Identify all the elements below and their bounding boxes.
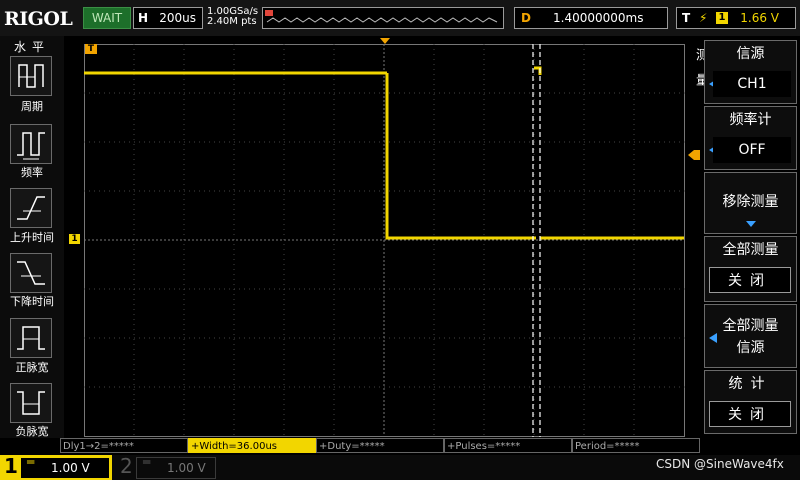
fall-time-icon: [17, 261, 45, 285]
rise-time-label: 上升时间: [10, 231, 54, 244]
statistics-value: 关闭: [709, 401, 791, 427]
timebase-readout[interactable]: H 200us: [133, 7, 203, 29]
ch2-number: 2: [120, 454, 133, 478]
statistics-menu-item[interactable]: 统计 关闭: [704, 370, 797, 434]
ch1-number: 1: [4, 454, 18, 478]
ch2-scale-button[interactable]: 2 ═ 1.00 V: [116, 454, 216, 480]
trigger-position-arrow: [380, 38, 390, 44]
all-measure-source-subtitle: 信源: [736, 340, 765, 356]
positive-width-label: 正脉宽: [15, 361, 49, 374]
remove-measure-menu-item[interactable]: 移除测量: [704, 172, 797, 234]
measurement-item[interactable]: +Duty=*****: [316, 438, 444, 453]
measurement-item[interactable]: Period=*****: [572, 438, 700, 453]
ch2-scale: 1.00 V: [167, 461, 206, 475]
trigger-channel-badge: 1: [716, 12, 728, 24]
all-measure-source-menu-item[interactable]: 全部测量 信源: [704, 304, 797, 368]
measurement-bar: Dly1→2=***** +Width=36.00us +Duty=***** …: [60, 438, 700, 454]
source-menu-item[interactable]: 信源 CH1: [704, 40, 797, 104]
delay-readout[interactable]: D 1.40000000ms: [514, 7, 668, 29]
frequency-label: 频率: [21, 166, 43, 179]
statistics-title: 统计: [728, 376, 773, 392]
trigger-level-marker[interactable]: [688, 150, 700, 160]
ch2-scale-box: ═ 1.00 V: [136, 455, 216, 479]
ch1-scale-button[interactable]: 1 ═ 1.00 V: [0, 454, 112, 480]
fall-time-label: 下降时间: [10, 295, 54, 308]
ch1-coupling-icon: ═: [27, 455, 35, 469]
ch1-scale-box: ═ 1.00 V: [20, 455, 110, 479]
left-panel-title: 水平: [13, 40, 50, 54]
down-arrow-icon: [746, 221, 756, 227]
rise-time-icon: [17, 196, 45, 220]
positive-width-icon: [17, 326, 45, 350]
period-label: 周期: [21, 100, 43, 113]
remove-measure-title: 移除测量: [722, 194, 779, 210]
run-status-badge[interactable]: WAIT: [83, 7, 131, 29]
trigger-label: T: [682, 11, 691, 25]
watermark-text: CSDN @SineWave4fx: [656, 457, 784, 471]
negative-width-label: 负脉宽: [15, 425, 49, 438]
trigger-level: 1.66 V: [740, 11, 779, 25]
period-icon: [18, 64, 44, 88]
counter-menu-item[interactable]: 频率计 OFF: [704, 106, 797, 170]
ch1-scale: 1.00 V: [51, 461, 90, 475]
measurement-item[interactable]: Dly1→2=*****: [60, 438, 188, 453]
memory-depth: 2.40M pts: [207, 16, 257, 27]
negative-width-button[interactable]: [10, 383, 52, 423]
all-measure-title: 全部测量: [722, 242, 779, 258]
frequency-icon: [17, 132, 45, 160]
frequency-button[interactable]: [10, 124, 52, 164]
waveform-display[interactable]: [84, 44, 685, 437]
delay-label: D: [521, 11, 531, 25]
negative-width-icon: [17, 391, 45, 415]
all-measure-value: 关闭: [709, 267, 791, 293]
fall-time-button[interactable]: [10, 253, 52, 293]
rise-time-button[interactable]: [10, 188, 52, 228]
period-button[interactable]: [10, 56, 52, 96]
memory-wave-icon: [265, 10, 498, 23]
timebase-value: 200us: [159, 11, 196, 25]
all-measure-source-title: 全部测量: [722, 318, 779, 334]
memory-overview-strip[interactable]: [262, 7, 504, 29]
brand-logo: RIGOL: [4, 8, 73, 30]
ch2-coupling-icon: ═: [143, 455, 151, 469]
counter-title: 频率计: [729, 112, 772, 128]
measurement-item[interactable]: +Pulses=*****: [444, 438, 572, 453]
source-title: 信源: [736, 46, 765, 62]
measurement-item-active[interactable]: +Width=36.00us: [188, 438, 316, 453]
sample-info: 1.00GSa/s 2.40M pts: [207, 7, 258, 27]
source-value: CH1: [713, 71, 791, 97]
delay-value: 1.40000000ms: [553, 11, 644, 25]
trigger-readout[interactable]: T ⚡ 1 1.66 V: [676, 7, 796, 29]
timebase-label: H: [138, 11, 149, 25]
all-measure-menu-item[interactable]: 全部测量 关闭: [704, 236, 797, 302]
measure-menu-tab[interactable]: 测量: [686, 48, 708, 120]
rising-edge-icon: ⚡: [699, 11, 708, 25]
trigger-marker: T: [85, 44, 97, 54]
counter-value: OFF: [713, 137, 791, 163]
positive-width-button[interactable]: [10, 318, 52, 358]
ch1-offset-marker[interactable]: 1: [69, 234, 80, 244]
